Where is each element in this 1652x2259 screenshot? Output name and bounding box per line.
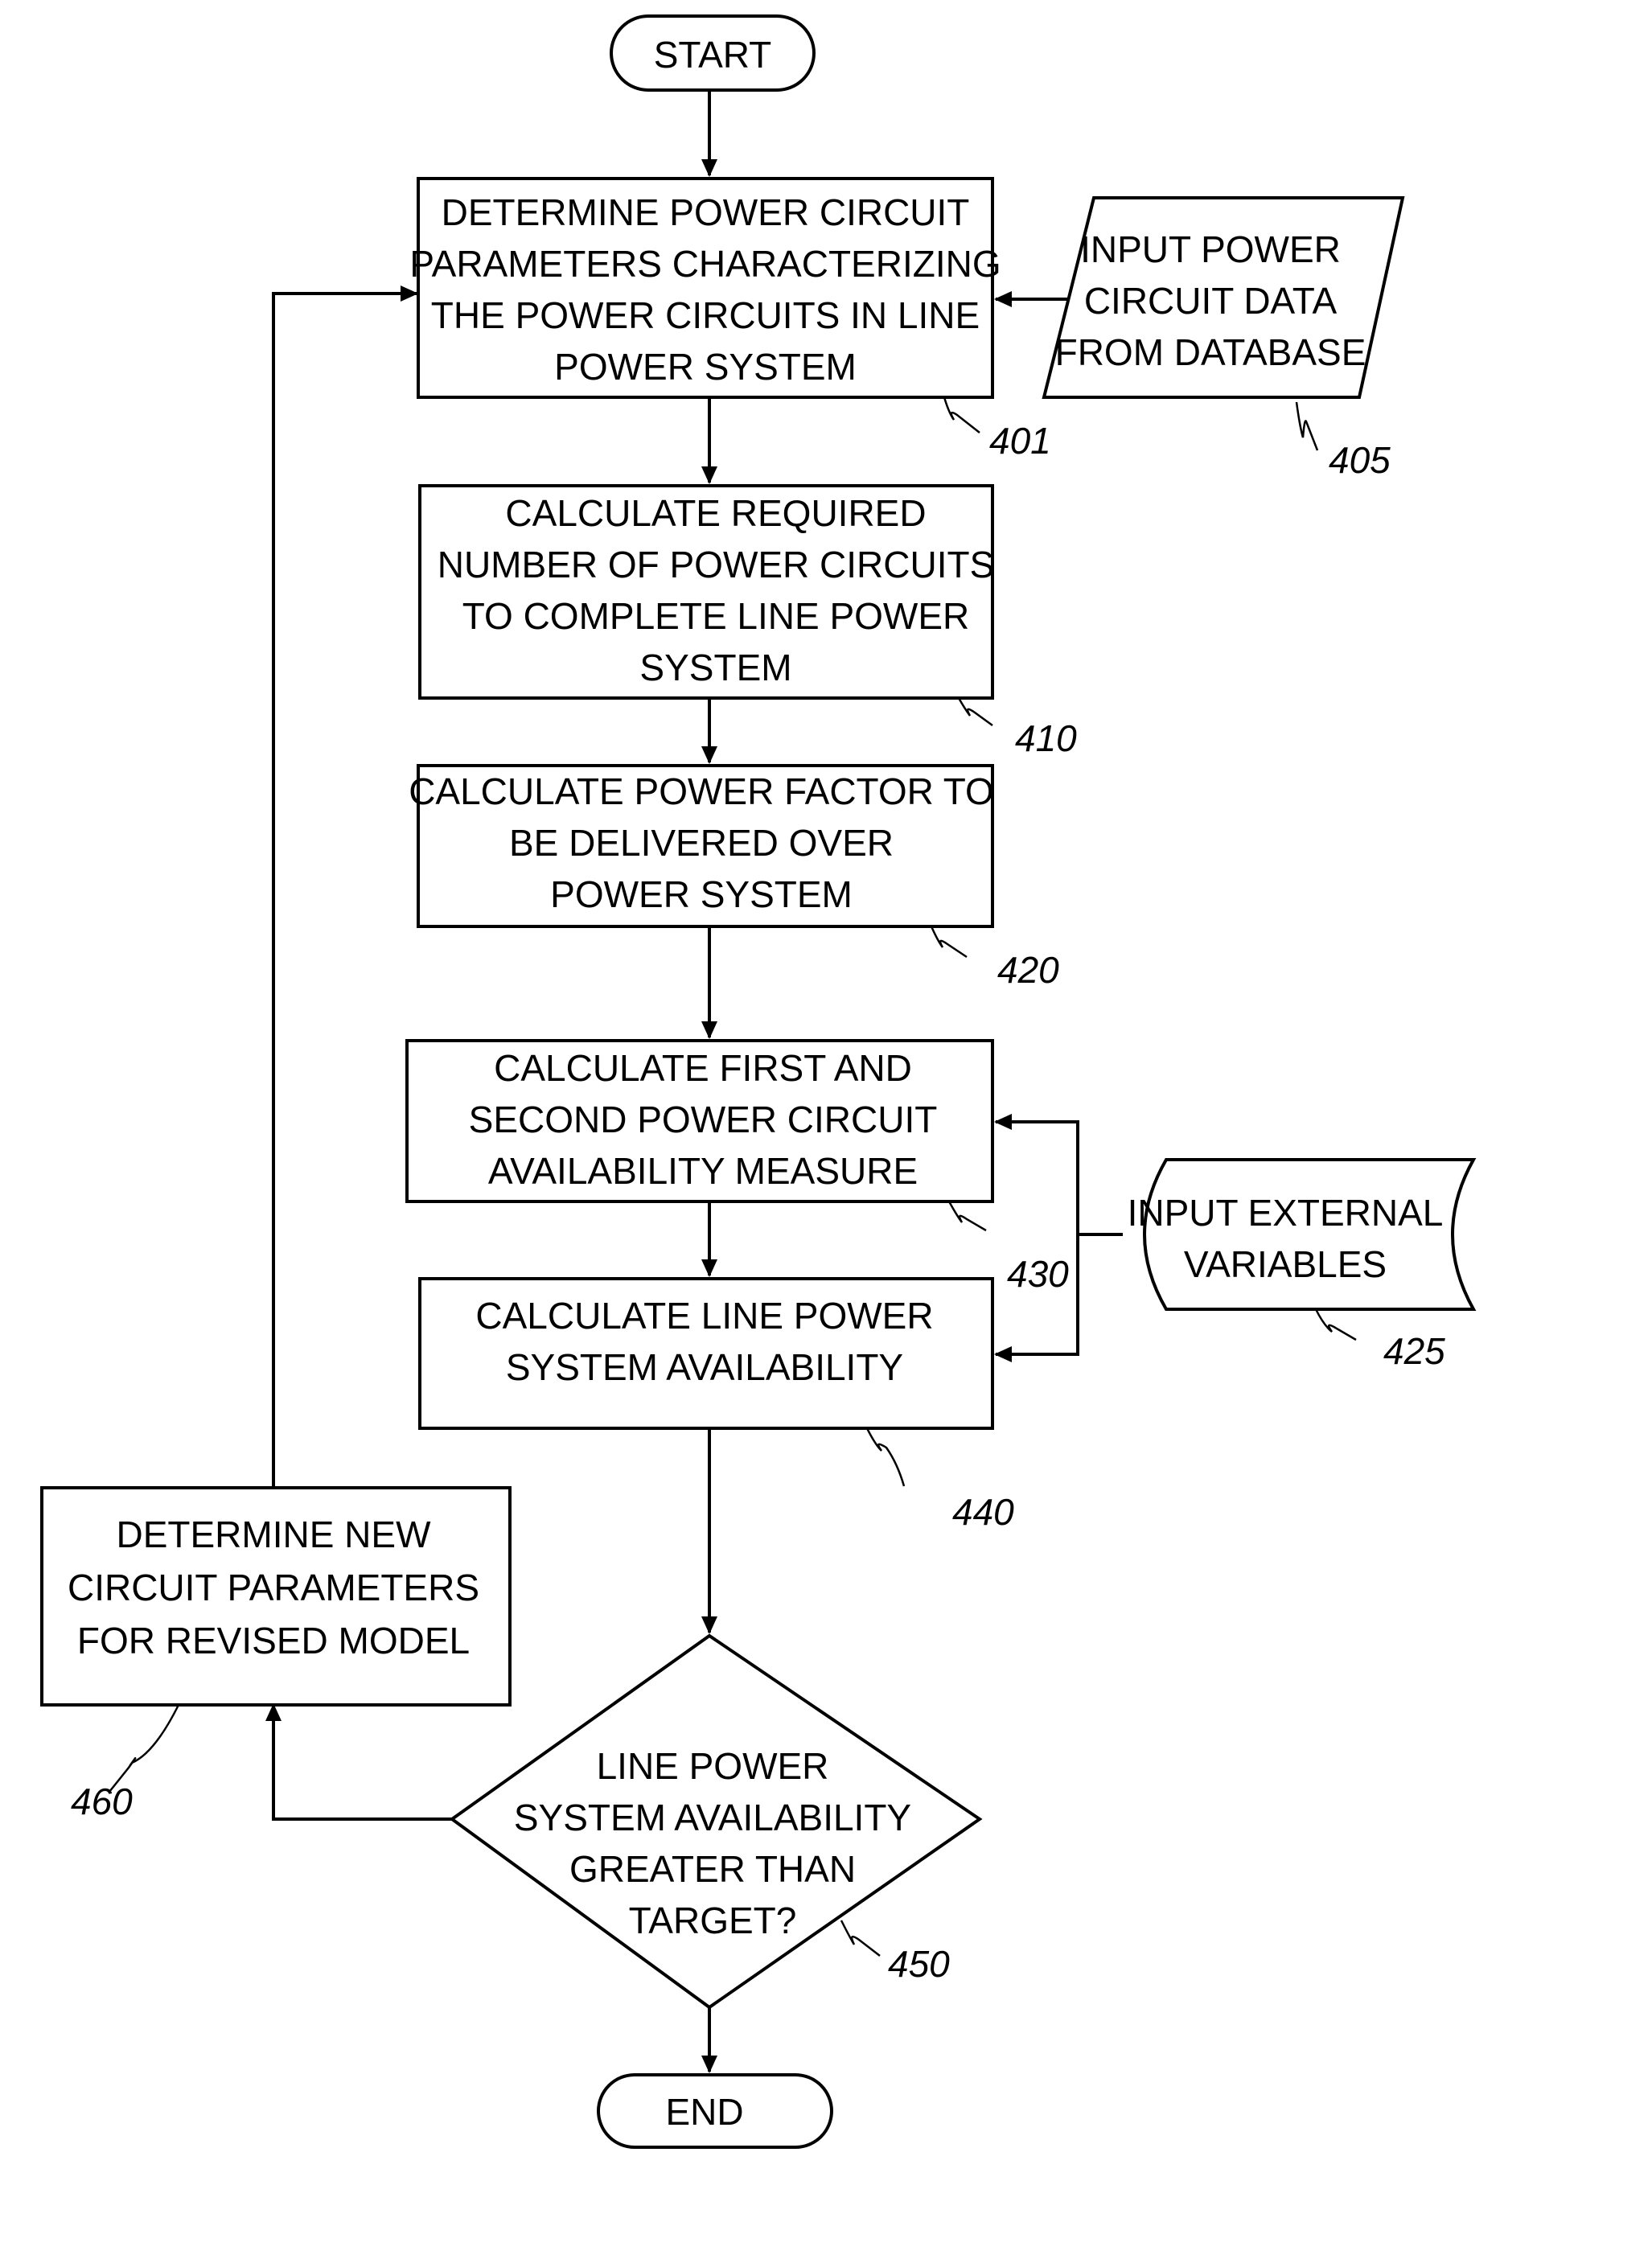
node-440: CALCULATE LINE POWER SYSTEM AVAILABILITY: [418, 1277, 994, 1430]
ref-leader-410: [957, 697, 993, 727]
node-460-line-2: CIRCUIT PARAMETERS: [68, 1567, 479, 1608]
node-450-line-3: GREATER THAN: [569, 1848, 856, 1890]
node-420-line-2: BE DELIVERED OVER: [509, 822, 894, 864]
node-410-line-4: SYSTEM: [639, 647, 791, 688]
ref-label-450: 450: [888, 1943, 950, 1985]
ref-leader-420: [930, 926, 968, 959]
ref-label-410: 410: [1015, 717, 1077, 759]
node-410-line-3: TO COMPLETE LINE POWER: [462, 595, 969, 637]
node-401-line-2: PARAMETERS CHARACTERIZING: [409, 243, 1001, 285]
node-430-line-1: CALCULATE FIRST AND: [494, 1047, 912, 1089]
node-end-label: END: [665, 2091, 743, 2133]
node-430-line-2: SECOND POWER CIRCUIT: [469, 1099, 938, 1140]
node-410-line-1: CALCULATE REQUIRED: [505, 492, 926, 534]
node-440-line-2: SYSTEM AVAILABILITY: [506, 1346, 903, 1388]
ref-label-430: 430: [1007, 1253, 1069, 1295]
ref-leader-460: [109, 1704, 180, 1793]
node-401: DETERMINE POWER CIRCUIT PARAMETERS CHARA…: [409, 177, 1001, 399]
ref-leader-430: [947, 1201, 987, 1232]
flowchart: START DETERMINE POWER CIRCUIT PARAMETERS…: [40, 14, 1477, 2149]
node-460-line-1: DETERMINE NEW: [117, 1514, 432, 1555]
ref-label-405: 405: [1329, 439, 1391, 481]
ref-label-420: 420: [997, 949, 1059, 991]
node-end: END: [597, 2073, 833, 2149]
node-425-line-1: INPUT EXTERNAL: [1128, 1192, 1444, 1234]
node-430-line-3: AVAILABILITY MEASURE: [488, 1150, 918, 1192]
node-460: DETERMINE NEW CIRCUIT PARAMETERS FOR REV…: [40, 1486, 512, 1707]
ref-leader-401: [943, 396, 980, 433]
node-410: CALCULATE REQUIRED NUMBER OF POWER CIRCU…: [418, 484, 995, 700]
ref-label-401: 401: [989, 420, 1051, 462]
node-430: CALCULATE FIRST AND SECOND POWER CIRCUIT…: [405, 1039, 994, 1203]
node-440-line-1: CALCULATE LINE POWER: [475, 1295, 933, 1337]
node-450-line-2: SYSTEM AVAILABILITY: [514, 1797, 911, 1838]
edge-460-401: [272, 285, 418, 1488]
node-401-line-3: THE POWER CIRCUITS IN LINE: [431, 294, 980, 336]
node-405-line-1: INPUT POWER: [1080, 228, 1341, 270]
node-425-line-2: VARIABLES: [1184, 1243, 1387, 1285]
node-420-line-3: POWER SYSTEM: [550, 873, 853, 915]
node-420-line-1: CALCULATE POWER FACTOR TO: [409, 770, 994, 812]
node-405: INPUT POWER CIRCUIT DATA FROM DATABASE: [1042, 196, 1405, 399]
ref-leader-450: [840, 1920, 881, 1957]
node-405-line-3: FROM DATABASE: [1055, 331, 1366, 373]
ref-label-425: 425: [1383, 1330, 1445, 1372]
edge-450-460: [265, 1703, 452, 1821]
node-450-line-4: TARGET?: [629, 1900, 797, 1941]
ref-label-440: 440: [952, 1491, 1014, 1533]
edge-425-430-440: [996, 1120, 1123, 1236]
node-start-label: START: [654, 34, 772, 76]
node-450-line-1: LINE POWER: [597, 1745, 829, 1787]
node-420: CALCULATE POWER FACTOR TO BE DELIVERED O…: [409, 764, 994, 928]
ref-leader-425: [1314, 1308, 1357, 1341]
ref-leader-405: [1295, 401, 1319, 451]
ref-leader-440: [865, 1427, 906, 1487]
node-401-line-4: POWER SYSTEM: [554, 346, 857, 388]
ref-label-460: 460: [71, 1781, 133, 1822]
node-460-line-3: FOR REVISED MODEL: [77, 1620, 470, 1661]
node-401-line-1: DETERMINE POWER CIRCUIT: [442, 191, 970, 233]
node-410-line-2: NUMBER OF POWER CIRCUITS: [438, 544, 995, 585]
node-start: START: [610, 14, 816, 92]
node-405-line-2: CIRCUIT DATA: [1084, 280, 1338, 322]
node-425: INPUT EXTERNAL VARIABLES: [1128, 1158, 1477, 1311]
